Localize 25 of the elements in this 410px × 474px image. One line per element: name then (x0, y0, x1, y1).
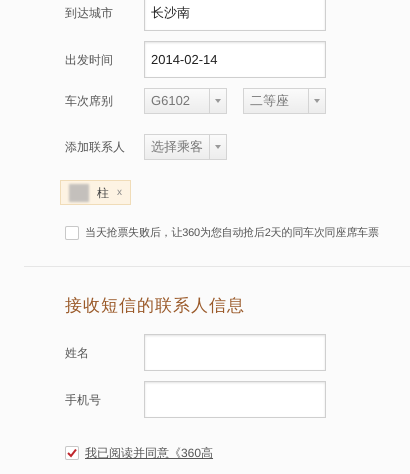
field-label: 手机号 (65, 392, 102, 408)
field-label: 姓名 (65, 344, 90, 362)
dropdown[interactable]: 二等座 (243, 88, 326, 114)
field-label: 车次席别 (65, 93, 114, 110)
caret-icon (215, 99, 221, 103)
dropdown[interactable]: G6102 (144, 88, 227, 114)
section-title: 接收短信的联系人信息 (65, 294, 246, 316)
passenger-name: 柱 (97, 184, 109, 202)
checkbox[interactable] (65, 446, 79, 460)
field-label: 添加联系人 (65, 139, 126, 156)
text-field[interactable] (144, 334, 326, 371)
caret-icon (215, 145, 221, 149)
checkbox[interactable] (65, 226, 79, 240)
checkmark-icon (67, 448, 77, 458)
redaction-mark (69, 184, 89, 202)
field-label: 到达城市 (65, 4, 114, 22)
agreement-link[interactable]: 我已阅读并同意《360高 (85, 444, 214, 462)
dropdown[interactable]: 选择乘客 (144, 134, 227, 160)
field-label: 出发时间 (65, 52, 114, 68)
auto-grab-label: 当天抢票失败后，让360为您自动抢后2天的同车次同座席车票 (85, 226, 379, 241)
text-field[interactable] (144, 381, 326, 418)
caret-icon (314, 99, 320, 103)
remove-button[interactable]: x (117, 185, 122, 200)
text-field[interactable]: 长沙南 (144, 0, 326, 31)
text-field[interactable]: 2014-02-14 (144, 41, 326, 78)
